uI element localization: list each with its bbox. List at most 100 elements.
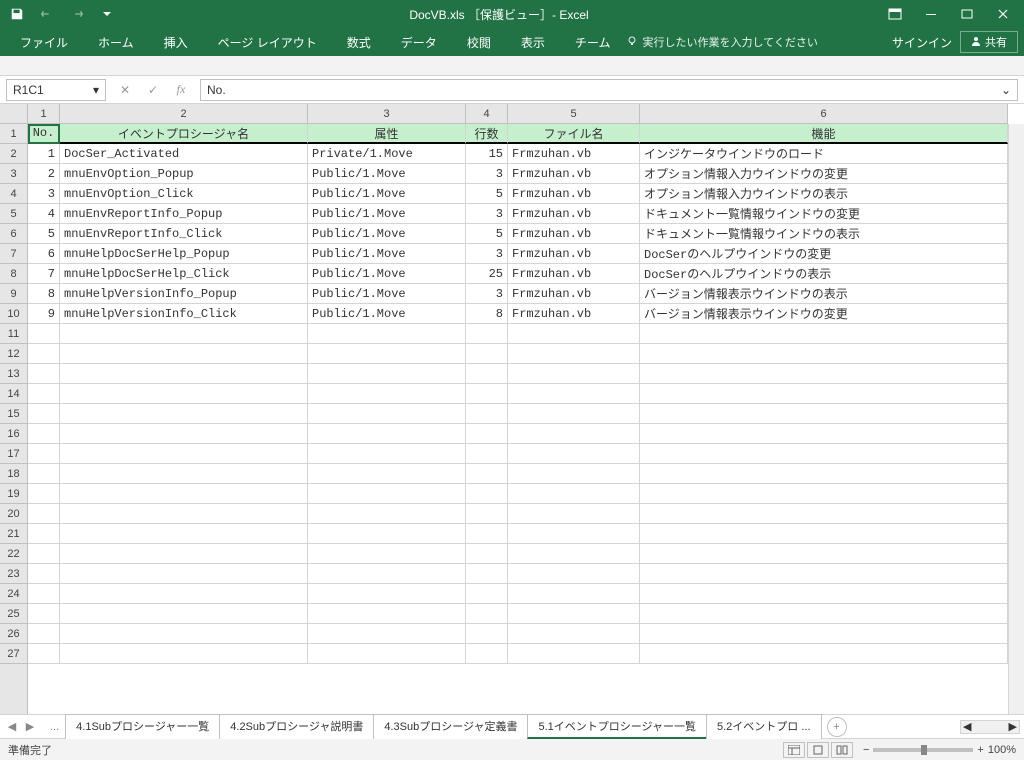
minimize-icon[interactable] [914,2,948,26]
signin-link[interactable]: サインイン [892,34,952,51]
cell[interactable] [466,444,508,464]
sheet-tab[interactable]: 5.1イベントプロシージャー一覧 [527,714,707,739]
cell[interactable] [640,524,1008,544]
cell[interactable]: インジケータウインドウのロード [640,144,1008,164]
zoom-in-icon[interactable]: + [977,744,983,756]
cell[interactable]: 8 [28,284,60,304]
zoom-slider[interactable] [873,748,973,752]
cell[interactable]: 5 [28,224,60,244]
row-header[interactable]: 5 [0,204,27,224]
zoom-out-icon[interactable]: − [863,744,869,756]
row-header[interactable]: 15 [0,404,27,424]
cell[interactable] [508,484,640,504]
cell[interactable] [508,504,640,524]
header-cell[interactable]: 行数 [466,124,508,144]
header-cell[interactable]: イベントプロシージャ名 [60,124,308,144]
cell[interactable] [640,444,1008,464]
tab-home[interactable]: ホーム [84,30,148,55]
cell[interactable] [640,644,1008,664]
row-header[interactable]: 1 [0,124,27,144]
cell[interactable] [466,364,508,384]
row-header[interactable]: 26 [0,624,27,644]
cell[interactable]: オプション情報入力ウインドウの表示 [640,184,1008,204]
cell[interactable]: 6 [28,244,60,264]
cell[interactable] [508,524,640,544]
cell[interactable]: Frmzuhan.vb [508,144,640,164]
tab-file[interactable]: ファイル [6,30,82,55]
cell[interactable]: 3 [28,184,60,204]
cell[interactable] [60,524,308,544]
sheet-tab[interactable]: 5.2イベントプロ ... [706,714,822,739]
cell[interactable]: mnuHelpVersionInfo_Popup [60,284,308,304]
cell[interactable]: Frmzuhan.vb [508,304,640,324]
header-cell[interactable]: No. [28,124,60,144]
select-all-corner[interactable] [0,104,28,124]
cell[interactable] [466,324,508,344]
cell[interactable] [508,464,640,484]
insert-function-icon[interactable]: fx [172,81,190,99]
cell[interactable] [466,604,508,624]
cell[interactable]: オプション情報入力ウインドウの変更 [640,164,1008,184]
cell[interactable] [60,504,308,524]
save-icon[interactable] [4,2,30,26]
cell[interactable] [60,584,308,604]
cell[interactable]: Private/1.Move [308,144,466,164]
row-header[interactable]: 25 [0,604,27,624]
cell[interactable]: ドキュメント一覧情報ウインドウの表示 [640,224,1008,244]
header-cell[interactable]: ファイル名 [508,124,640,144]
cell[interactable] [466,464,508,484]
cell[interactable] [466,384,508,404]
cell[interactable]: Frmzuhan.vb [508,204,640,224]
cell[interactable]: Public/1.Move [308,164,466,184]
cell[interactable] [466,524,508,544]
cell[interactable] [308,604,466,624]
cell[interactable]: 3 [466,204,508,224]
cell[interactable] [466,424,508,444]
cell[interactable] [60,564,308,584]
vertical-scrollbar[interactable] [1008,124,1024,714]
cell[interactable]: mnuEnvReportInfo_Popup [60,204,308,224]
cell[interactable]: DocSerのヘルプウインドウの表示 [640,264,1008,284]
cell[interactable] [640,464,1008,484]
cell[interactable]: 4 [28,204,60,224]
cell[interactable] [508,364,640,384]
cell[interactable] [308,544,466,564]
cell[interactable] [308,484,466,504]
cell[interactable]: バージョン情報表示ウインドウの表示 [640,284,1008,304]
cell[interactable]: Public/1.Move [308,204,466,224]
row-header[interactable]: 27 [0,644,27,664]
cell[interactable]: Public/1.Move [308,284,466,304]
cell[interactable] [508,384,640,404]
cell[interactable] [640,624,1008,644]
cell[interactable]: Frmzuhan.vb [508,284,640,304]
maximize-icon[interactable] [950,2,984,26]
cell[interactable] [28,524,60,544]
view-page-layout-icon[interactable] [807,742,829,758]
cell[interactable] [466,624,508,644]
cell[interactable] [466,584,508,604]
cell[interactable] [308,344,466,364]
cell[interactable] [508,444,640,464]
cell[interactable] [308,524,466,544]
sheet-tab[interactable]: 4.2Subプロシージャ説明書 [219,714,374,739]
cell[interactable] [640,344,1008,364]
cell[interactable] [28,384,60,404]
cell[interactable]: Public/1.Move [308,264,466,284]
cell[interactable]: 8 [466,304,508,324]
row-header[interactable]: 14 [0,384,27,404]
tab-team[interactable]: チーム [561,30,625,55]
cell[interactable]: Public/1.Move [308,244,466,264]
cell[interactable] [28,584,60,604]
chevron-down-icon[interactable]: ▾ [93,83,99,97]
cell[interactable] [60,484,308,504]
cell[interactable] [466,504,508,524]
row-header[interactable]: 24 [0,584,27,604]
tell-me-search[interactable]: 実行したい作業を入力してください [626,34,817,50]
cell[interactable]: Frmzuhan.vb [508,164,640,184]
cell[interactable]: mnuEnvReportInfo_Click [60,224,308,244]
row-header[interactable]: 7 [0,244,27,264]
cell[interactable] [60,644,308,664]
cell[interactable] [466,644,508,664]
cell[interactable] [28,324,60,344]
cell[interactable] [640,384,1008,404]
